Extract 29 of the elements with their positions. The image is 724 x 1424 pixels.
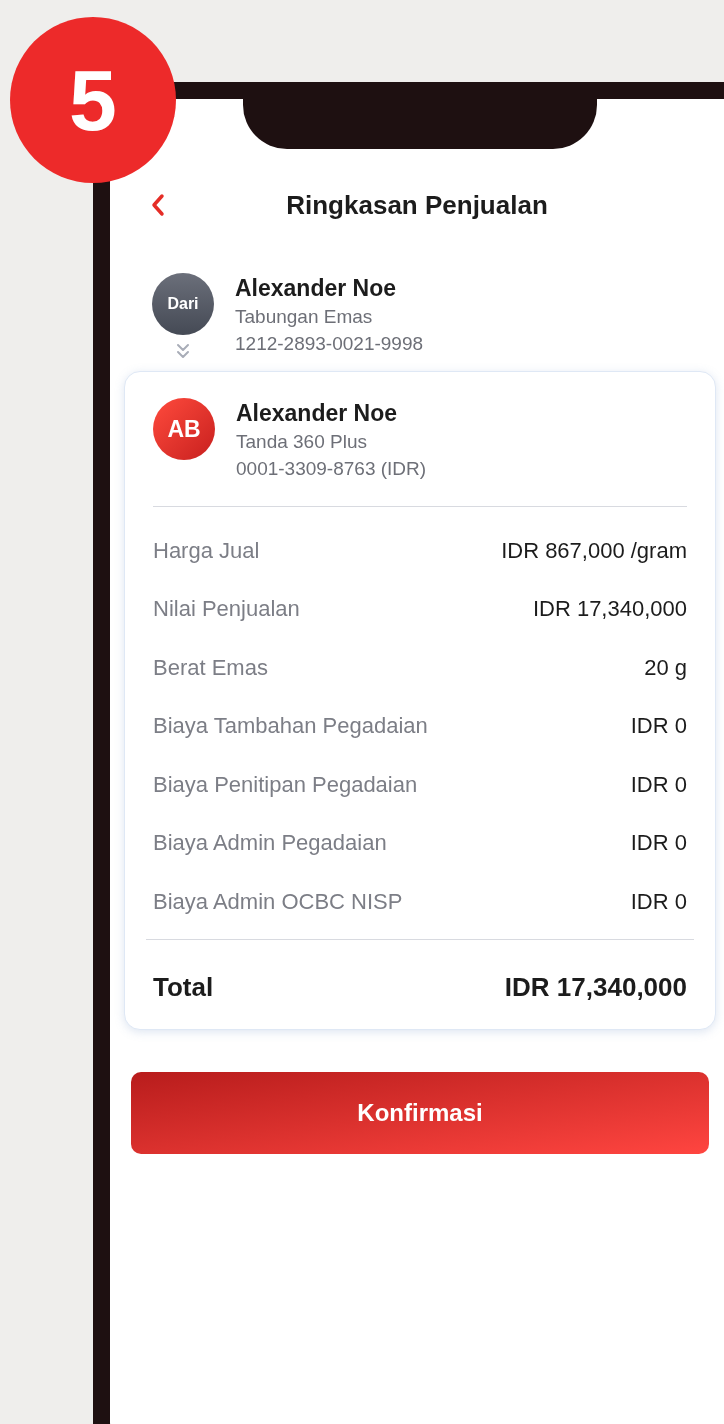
detail-label: Berat Emas — [153, 653, 268, 682]
account-number: 0001-3309-8763 (IDR) — [236, 457, 427, 481]
account-type: Tanda 360 Plus — [236, 430, 368, 454]
detail-label: Harga Jual — [153, 536, 260, 565]
avatar: AB — [153, 398, 215, 460]
detail-label: Biaya Penitipan Pegadaian — [153, 770, 418, 799]
detail-value: IDR 0 — [630, 770, 687, 799]
detail-label: Nilai Penjualan — [153, 595, 300, 624]
account-name: Alexander Noe — [236, 399, 399, 428]
detail-label: Biaya Tambahan Pegadaian — [153, 712, 428, 741]
account-type: Tabungan Emas — [235, 305, 374, 329]
detail-value: IDR 0 — [630, 829, 687, 858]
double-chevron-down-icon — [176, 343, 190, 359]
detail-value: IDR 867,000 /gram — [501, 536, 687, 565]
confirm-button[interactable]: Konfirmasi — [131, 1071, 709, 1154]
account-number: 1212-2893-0021-9998 — [235, 332, 424, 356]
avatar: Dari — [152, 273, 214, 335]
detail-value: IDR 0 — [630, 887, 687, 916]
back-chevron-icon — [151, 193, 165, 217]
detail-label: Biaya Admin OCBC NISP — [153, 887, 403, 916]
total-value: IDR 17,340,000 — [504, 970, 687, 1004]
detail-value: IDR 17,340,000 — [532, 595, 687, 624]
detail-value: IDR 0 — [630, 712, 687, 741]
detail-label: Biaya Admin Pegadaian — [153, 829, 387, 858]
screen-title: Ringkasan Penjualan — [286, 188, 548, 222]
detail-value: 20 g — [644, 653, 687, 682]
step-number-badge: 5 — [10, 17, 176, 183]
total-label: Total — [153, 970, 214, 1004]
account-name: Alexander Noe — [235, 274, 398, 303]
